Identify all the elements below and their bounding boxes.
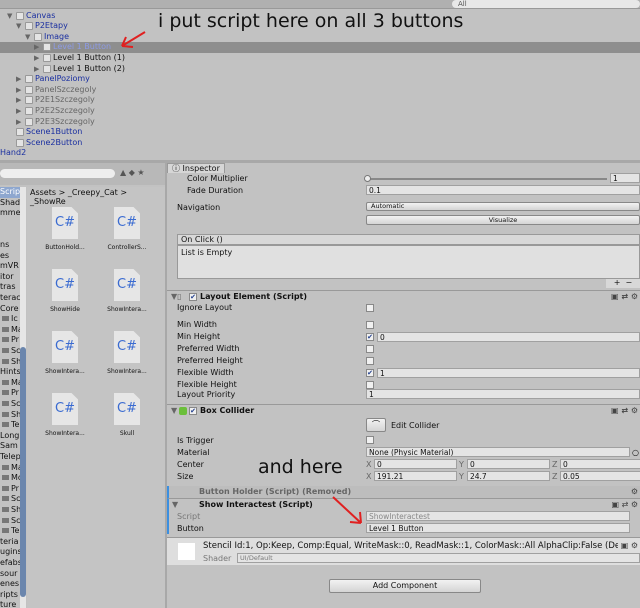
red-arrow-top — [121, 31, 146, 48]
red-arrow-bottom — [332, 496, 362, 524]
annotation-arrows — [121, 31, 362, 524]
